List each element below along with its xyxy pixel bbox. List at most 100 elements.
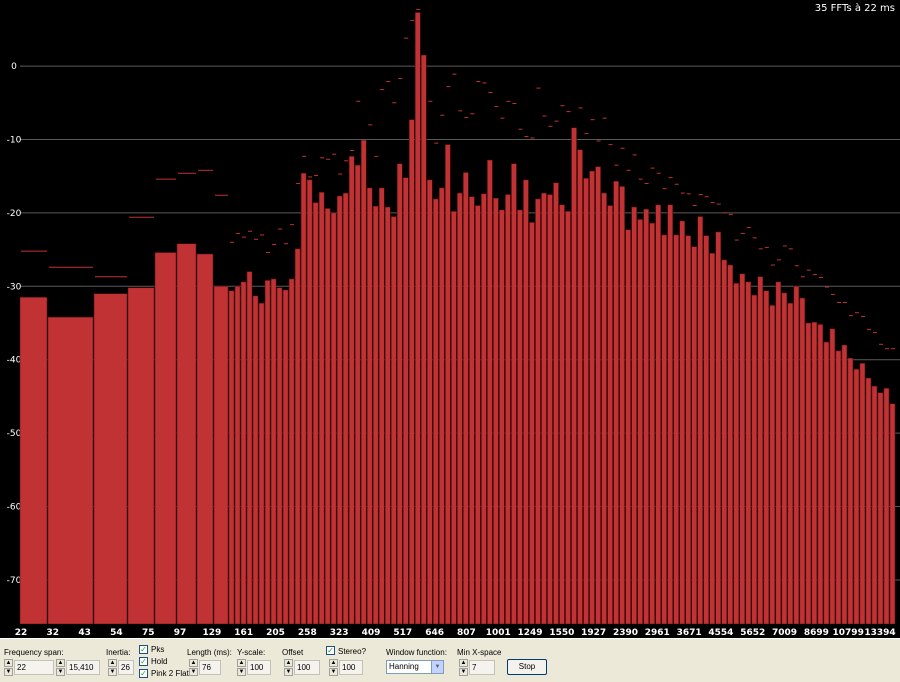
spin-down-icon[interactable]: ▼ xyxy=(237,668,246,676)
spectrum-bar xyxy=(715,231,721,624)
spectrum-bar xyxy=(294,248,301,624)
spectrum-bar xyxy=(565,211,571,624)
spin-up-icon[interactable]: ▲ xyxy=(108,659,117,667)
stereo-spinner[interactable]: ▲ ▼ xyxy=(329,659,338,676)
pks-checkbox[interactable]: ✓ xyxy=(139,645,148,654)
control-panel: Frequency span: ▲ ▼ 22 ▲ ▼ 15,410 Inertia:… xyxy=(0,638,900,682)
x-tick-label: 205 xyxy=(266,628,285,638)
hold-checkbox[interactable]: ✓ xyxy=(139,657,148,666)
spectrum-bar xyxy=(883,388,890,624)
spectrum-chart: 0 -10 -20 -30 -40 -50 -60 -70 xyxy=(7,9,900,624)
inertia-field[interactable]: 26 xyxy=(118,660,134,675)
spin-up-icon[interactable]: ▲ xyxy=(284,659,293,667)
yscale-spinner[interactable]: ▲ ▼ xyxy=(237,659,246,676)
x-tick-label: 10799 xyxy=(833,628,864,638)
min-xspace-spinner[interactable]: ▲ ▼ xyxy=(459,659,468,676)
spectrum-bar xyxy=(421,54,427,624)
x-tick-label: 8699 xyxy=(804,628,829,638)
spectrum-bar xyxy=(487,159,493,624)
frequency-axis: 22 32 43 54 75 97 129 161 205 258 323 409 517 646 807 1… xyxy=(0,624,900,638)
spectrum-bar xyxy=(312,202,319,624)
spin-up-icon[interactable]: ▲ xyxy=(459,659,468,667)
spectrum-bar xyxy=(529,222,535,624)
spectrum-bar xyxy=(601,192,607,624)
y-tick-label: -20 xyxy=(7,209,22,219)
window-function-select[interactable]: Hanning ▼ xyxy=(386,660,444,674)
spectrum-bar xyxy=(517,209,523,624)
x-tick-label: 5652 xyxy=(740,628,765,638)
stereo-field[interactable]: 100 xyxy=(339,660,363,675)
spectrum-bar xyxy=(553,182,559,624)
stereo-checkbox[interactable]: ✓ xyxy=(326,646,335,655)
spectrum-bar xyxy=(330,212,337,624)
spectrum-bar xyxy=(505,194,511,624)
spectrum-bar xyxy=(721,259,727,624)
spin-up-icon[interactable]: ▲ xyxy=(329,659,338,667)
x-tick-label: 2961 xyxy=(645,628,670,638)
spin-down-icon[interactable]: ▼ xyxy=(4,668,13,676)
window-function-label: Window function: xyxy=(386,648,447,657)
spectrum-bar xyxy=(781,292,788,624)
spectrum-bar xyxy=(127,287,155,624)
spectrum-bar xyxy=(889,403,896,624)
spectrum-bar xyxy=(469,196,475,624)
frequency-to-spinner[interactable]: ▲ ▼ xyxy=(56,659,65,676)
spectrum-bar xyxy=(19,297,48,624)
spin-up-icon[interactable]: ▲ xyxy=(237,659,246,667)
spectrum-bar xyxy=(372,206,379,624)
min-xspace-field[interactable]: 7 xyxy=(469,660,495,675)
spectrum-bar xyxy=(607,205,613,624)
stop-button[interactable]: Stop xyxy=(507,659,547,675)
pink-flat-checkbox[interactable]: ✓ xyxy=(139,669,148,678)
offset-field[interactable]: 100 xyxy=(294,660,320,675)
spin-up-icon[interactable]: ▲ xyxy=(189,659,198,667)
spectrum-bar xyxy=(577,149,583,624)
spectrum-bar xyxy=(817,324,824,624)
spectrum-bar xyxy=(360,139,367,624)
x-tick-label: 22 xyxy=(15,628,28,638)
pink-flat-label: Pink 2 Flat xyxy=(151,669,189,678)
yscale-field[interactable]: 100 xyxy=(247,660,271,675)
offset-label: Offset xyxy=(282,648,304,657)
spectrum-bar xyxy=(739,273,746,624)
spectrum-bar xyxy=(619,186,625,624)
spectrum-bar xyxy=(213,286,229,624)
spectrum-bar xyxy=(835,350,842,624)
spin-down-icon[interactable]: ▼ xyxy=(56,668,65,676)
inertia-spinner[interactable]: ▲ ▼ xyxy=(108,659,117,676)
length-spinner[interactable]: ▲ ▼ xyxy=(189,659,198,676)
chevron-down-icon[interactable]: ▼ xyxy=(431,661,443,673)
spectrum-bar xyxy=(685,235,691,624)
spectrum-bar xyxy=(384,206,391,624)
frequency-from-spinner[interactable]: ▲ ▼ xyxy=(4,659,13,676)
stereo-label: Stereo? xyxy=(338,647,367,656)
frequency-axis-labels: 22 32 43 54 75 97 129 161 205 258 323 409 517 646 807 1… xyxy=(15,628,896,638)
spectrum-bar xyxy=(799,297,806,624)
spin-down-icon[interactable]: ▼ xyxy=(329,668,338,676)
spectrum-bar xyxy=(493,197,499,624)
spin-down-icon[interactable]: ▼ xyxy=(459,668,468,676)
inertia-label: Inertia: xyxy=(106,648,131,657)
spectrum-bar xyxy=(523,179,529,624)
spectrum-bar xyxy=(451,211,457,624)
frequency-to-field[interactable]: 15,410 xyxy=(66,660,100,675)
offset-spinner[interactable]: ▲ ▼ xyxy=(284,659,293,676)
spectrum-bar xyxy=(324,208,331,624)
spectrum-bar xyxy=(270,278,277,624)
spectrum-bar xyxy=(475,205,481,624)
spin-up-icon[interactable]: ▲ xyxy=(4,659,13,667)
spectrum-bar xyxy=(499,209,505,624)
x-tick-label: 13394 xyxy=(864,628,895,638)
spectrum-bar xyxy=(154,252,177,624)
x-tick-label: 4554 xyxy=(708,628,733,638)
spectrum-bar xyxy=(433,198,439,624)
length-field[interactable]: 76 xyxy=(199,660,221,675)
min-xspace-label: Min X-space xyxy=(457,648,502,657)
spin-down-icon[interactable]: ▼ xyxy=(284,668,293,676)
spin-down-icon[interactable]: ▼ xyxy=(189,668,198,676)
spin-up-icon[interactable]: ▲ xyxy=(56,659,65,667)
spectrum-bar xyxy=(427,179,433,624)
x-tick-label: 517 xyxy=(393,628,412,638)
spin-down-icon[interactable]: ▼ xyxy=(108,668,117,676)
frequency-from-field[interactable]: 22 xyxy=(14,660,54,675)
